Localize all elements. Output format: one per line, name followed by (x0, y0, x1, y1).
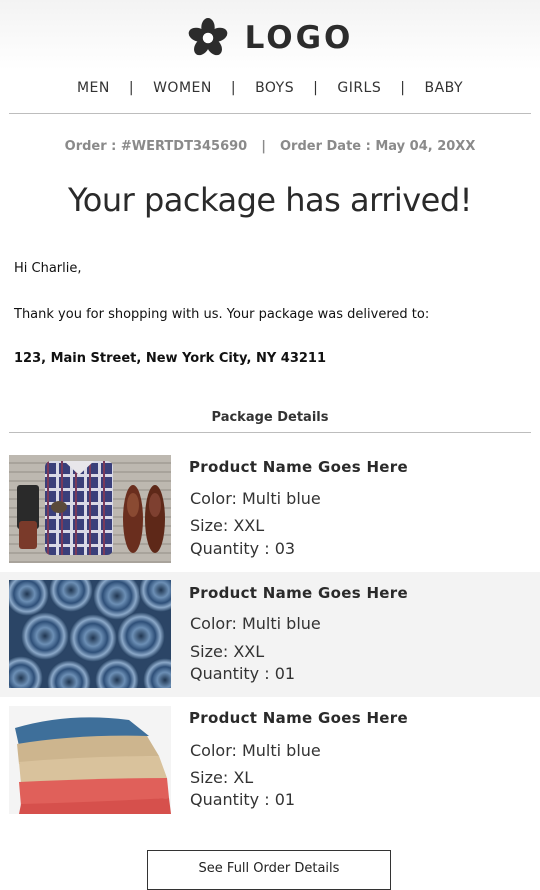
product-size: Size: XL (190, 768, 254, 787)
product-color: Color: Multi blue (190, 489, 321, 508)
brand-logo[interactable]: LOGO (0, 15, 540, 61)
nav-divider (9, 113, 531, 114)
nav-item-women[interactable]: WOMEN (153, 80, 212, 96)
nav-item-baby[interactable]: BABY (424, 80, 463, 96)
order-number: Order : #WERTDT345690 (64, 139, 248, 154)
order-date: Order Date : May 04, 20XX (279, 139, 476, 154)
folded-pants-image[interactable] (9, 706, 171, 814)
logo-text: LOGO (244, 20, 354, 56)
product-quantity: Quantity : 03 (190, 539, 296, 558)
flower-logo-icon (188, 17, 227, 56)
product-row: Product Name Goes Here Color: Multi blue… (0, 446, 540, 571)
product-row: Product Name Goes Here Color: Multi blue… (0, 572, 540, 697)
delivery-address: 123, Main Street, New York City, NY 4321… (14, 351, 326, 366)
product-color: Color: Multi blue (190, 741, 321, 760)
delivery-message: Thank you for shopping with us. Your pac… (14, 307, 430, 322)
package-divider (9, 432, 531, 433)
product-row: Product Name Goes Here Color: Multi blue… (0, 697, 540, 822)
category-nav: MEN | WOMEN | BOYS | GIRLS | BABY (0, 80, 540, 96)
nav-separator: | (128, 80, 135, 96)
product-quantity: Quantity : 01 (190, 790, 296, 809)
product-color: Color: Multi blue (190, 614, 321, 633)
order-separator: | (261, 139, 266, 154)
product-name[interactable]: Product Name Goes Here (189, 584, 408, 602)
page-title: Your package has arrived! (68, 181, 473, 219)
nav-item-boys[interactable]: BOYS (255, 80, 294, 96)
product-quantity: Quantity : 01 (190, 664, 296, 683)
rolled-jeans-image[interactable] (9, 580, 171, 688)
nav-separator: | (313, 80, 319, 96)
package-details-title: Package Details (211, 410, 329, 425)
product-size: Size: XXL (190, 642, 265, 661)
nav-item-girls[interactable]: GIRLS (337, 80, 381, 96)
nav-separator: | (230, 80, 237, 96)
order-info: Order : #WERTDT345690 | Order Date : May 0… (0, 139, 540, 154)
greeting-text: Hi Charlie, (14, 261, 82, 276)
flatlay-clothes-shoes-image[interactable] (9, 455, 171, 563)
nav-separator: | (400, 80, 406, 96)
product-size: Size: XXL (190, 516, 265, 535)
product-name[interactable]: Product Name Goes Here (189, 709, 408, 727)
see-full-order-details-button[interactable]: See Full Order Details (147, 850, 391, 890)
nav-item-men[interactable]: MEN (77, 80, 110, 96)
product-name[interactable]: Product Name Goes Here (189, 458, 408, 476)
